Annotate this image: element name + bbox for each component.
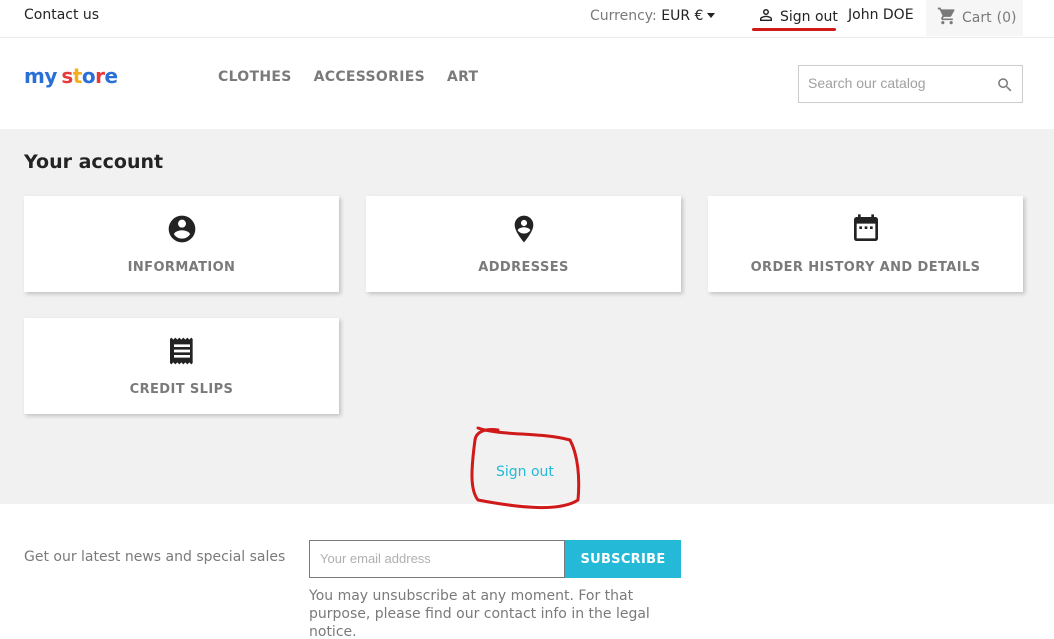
sign-out-link[interactable]: Sign out [496,464,554,480]
cart-count: (0) [996,10,1017,26]
user-name-link[interactable]: John DOE [848,7,914,23]
cart-label: Cart [962,10,992,26]
shopping-cart-icon [937,6,957,30]
receipt-icon [166,334,198,368]
page-title: Your account [24,151,164,173]
sign-out-header-label: Sign out [780,9,838,25]
information-card-label: INFORMATION [127,260,236,275]
caret-down-icon [707,13,716,18]
contact-us-link[interactable]: Contact us [24,7,99,23]
red-underline-annotation [752,28,836,31]
logo-word-my: my [24,64,57,88]
legal-notice-text: You may unsubscribe at any moment. For t… [309,588,650,639]
email-field-wrapper [309,540,565,578]
currency-value: EUR € [661,8,704,24]
information-card[interactable]: INFORMATION [24,196,339,292]
search-icon[interactable] [996,76,1014,98]
user-icon [757,6,775,28]
nav-item-clothes[interactable]: CLOTHES [218,69,292,85]
order-history-card[interactable]: ORDER HISTORY AND DETAILS [708,196,1023,292]
account-section: Your account INFORMATION ADDRESSES ORDER… [0,129,1054,504]
store-logo[interactable]: my store [24,64,118,88]
search-box [798,65,1023,103]
main-navigation: CLOTHES ACCESSORIES ART [218,69,478,85]
subscribe-button[interactable]: SUBSCRIBE [565,540,681,578]
top-bar: Contact us Currency: EUR € Sign out John… [0,0,1054,38]
currency-label: Currency: [590,8,657,24]
nav-item-accessories[interactable]: ACCESSORIES [314,69,425,85]
credit-slips-card-label: CREDIT SLIPS [129,382,234,397]
nav-item-art[interactable]: ART [447,69,478,85]
sign-out-header-link[interactable]: Sign out [757,6,838,28]
account-circle-icon [166,212,198,246]
addresses-card-label: ADDRESSES [478,260,569,275]
newsletter-text: Get our latest news and special sales [24,549,286,565]
currency-selector[interactable]: Currency: EUR € [590,8,716,24]
search-input[interactable] [808,75,988,91]
cart-button[interactable]: Cart (0) [926,0,1023,36]
addresses-card[interactable]: ADDRESSES [366,196,681,292]
order-history-card-label: ORDER HISTORY AND DETAILS [750,260,981,275]
email-field[interactable] [320,551,550,566]
logo-word-store: store [61,64,118,88]
credit-slips-card[interactable]: CREDIT SLIPS [24,318,339,414]
calendar-icon [850,212,882,246]
site-header: my store CLOTHES ACCESSORIES ART [0,38,1054,129]
location-pin-icon [508,212,540,246]
